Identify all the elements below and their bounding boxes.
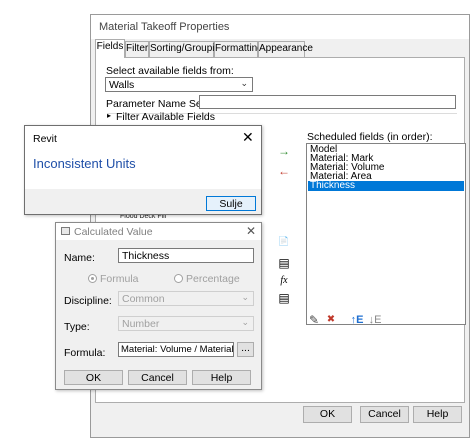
move-up-icon[interactable]: ↑E: [348, 314, 366, 328]
name-value: Thickness: [122, 250, 170, 262]
message-box-title: Revit: [33, 133, 57, 145]
tab-formatting[interactable]: Formatting: [214, 41, 263, 57]
available-fields-select[interactable]: Walls ⌄: [105, 77, 253, 92]
cancel-button[interactable]: Cancel: [360, 406, 409, 423]
percentage-radio-label: Percentage: [186, 273, 240, 285]
help-button[interactable]: Help: [413, 406, 462, 423]
revit-message-box: Revit ✕ Inconsistent Units Sulje: [24, 125, 262, 215]
type-select[interactable]: Number ⌄: [118, 316, 254, 331]
param-search-input[interactable]: [199, 95, 456, 109]
move-down-icon[interactable]: ↓E: [366, 314, 384, 328]
percentage-radio[interactable]: [174, 274, 183, 283]
chevron-down-icon: ⌄: [241, 317, 249, 327]
formula-radio-label: Formula: [100, 273, 139, 285]
type-label: Type:: [64, 321, 90, 333]
tab-filter[interactable]: Filter: [125, 41, 149, 57]
available-fields-label: Select available fields from:: [106, 65, 234, 77]
discipline-label: Discipline:: [64, 295, 112, 307]
formula-radio[interactable]: [88, 274, 97, 283]
name-input[interactable]: Thickness: [118, 248, 254, 263]
list-item-selected[interactable]: Thickness: [308, 181, 464, 191]
close-icon[interactable]: ✕: [242, 129, 254, 146]
remove-field-icon[interactable]: ←: [277, 165, 291, 179]
ok-button[interactable]: OK: [64, 370, 123, 385]
discipline-select[interactable]: Common ⌄: [118, 291, 254, 306]
combine-parameters-icon[interactable]: ▤: [277, 257, 291, 271]
filter-fields-expander[interactable]: Filter Available Fields: [116, 111, 215, 123]
formula-value: Material: Volume / Material: Area: [121, 344, 234, 355]
cancel-button[interactable]: Cancel: [128, 370, 187, 385]
dialog-title: Material Takeoff Properties: [99, 21, 230, 33]
calculated-value-icon[interactable]: fx: [277, 275, 291, 289]
scheduled-fields-label: Scheduled fields (in order):: [307, 131, 433, 143]
edit-icon[interactable]: ✎: [307, 314, 321, 328]
tab-appearance[interactable]: Appearance: [258, 41, 313, 57]
scheduled-fields-list[interactable]: Model Material: Mark Material: Volume Ma…: [306, 143, 466, 325]
close-button[interactable]: Sulje: [206, 196, 256, 211]
chevron-down-icon: ⌄: [240, 78, 248, 88]
formula-input[interactable]: Material: Volume / Material: Area: [118, 342, 234, 357]
discipline-value: Common: [122, 293, 165, 305]
available-fields-value: Walls: [109, 79, 135, 91]
ok-button[interactable]: OK: [303, 406, 352, 423]
help-button[interactable]: Help: [192, 370, 251, 385]
add-parameter-icon[interactable]: 📄: [277, 235, 291, 249]
add-field-icon[interactable]: →: [277, 145, 291, 159]
delete-icon[interactable]: ✖: [324, 314, 338, 328]
calculated-value-dialog: Calculated Value ✕ Name: Thickness Formu…: [55, 222, 262, 390]
type-value: Number: [122, 318, 160, 330]
chevron-down-icon: ⌄: [241, 292, 249, 302]
close-icon[interactable]: ✕: [246, 224, 256, 238]
tab-fields[interactable]: Fields: [95, 39, 125, 58]
chevron-right-icon[interactable]: ▸: [107, 111, 111, 120]
dialog-title: Calculated Value: [74, 226, 153, 238]
add-formula-icon[interactable]: ▤: [277, 292, 291, 306]
browse-button[interactable]: ...: [237, 342, 254, 357]
window-icon: [61, 227, 70, 235]
name-label: Name:: [64, 252, 95, 264]
formula-label: Formula:: [64, 347, 106, 359]
tab-sorting-grouping[interactable]: Sorting/Grouping: [149, 41, 226, 57]
error-message: Inconsistent Units: [33, 156, 136, 171]
